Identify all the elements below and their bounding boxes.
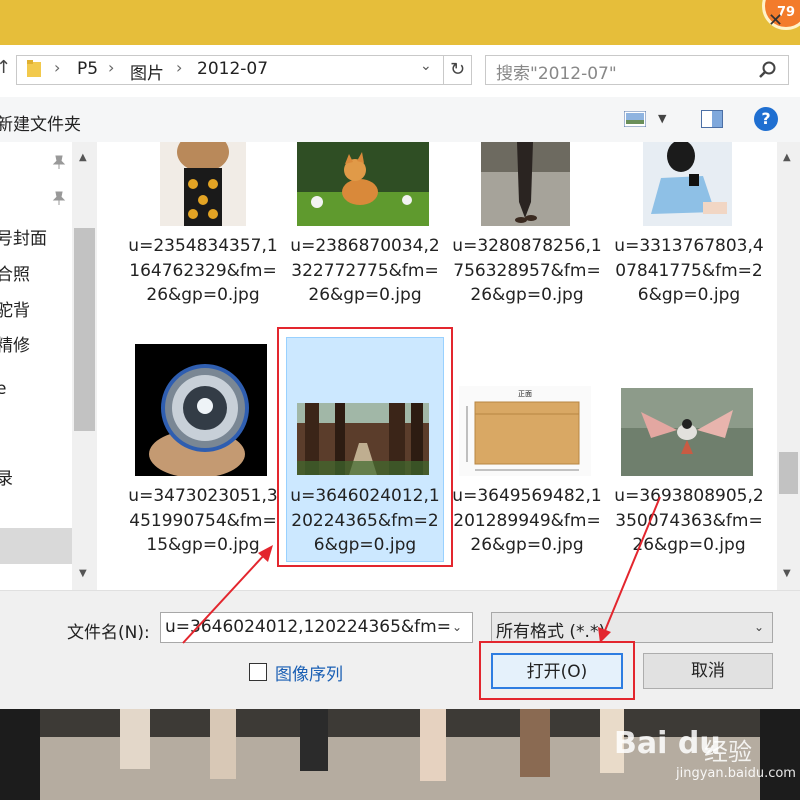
image-thumbnail[interactable] — [481, 142, 570, 226]
help-icon[interactable]: ? — [754, 107, 778, 131]
annotation-box-open-button — [479, 641, 635, 700]
watermark-sub: 经验 — [704, 738, 752, 766]
watermark-url: jingyan.baidu.com — [676, 766, 796, 781]
nav-item[interactable]: 录 — [0, 464, 13, 489]
chevron-right-icon[interactable]: › — [54, 58, 60, 77]
breadcrumb-2012-07[interactable]: 2012-07 — [197, 59, 268, 79]
search-icon[interactable] — [758, 60, 778, 80]
breadcrumb-pictures[interactable]: 图片 — [130, 59, 164, 84]
nav-selected-item[interactable] — [0, 528, 72, 564]
filename-input[interactable]: u=3646024012,120224365&fm= — [160, 612, 473, 643]
chevron-down-icon[interactable]: ⌄ — [754, 620, 764, 634]
file-list-scrollbar[interactable] — [777, 142, 800, 590]
folder-icon — [27, 60, 41, 77]
image-thumbnail[interactable] — [643, 142, 732, 226]
preview-pane-icon[interactable] — [701, 110, 723, 128]
nav-item[interactable]: e — [0, 379, 6, 399]
file-name[interactable]: u=3280878256,1756328957&fm=26&gp=0.jpg — [452, 234, 602, 308]
image-sequence-label[interactable]: 图像序列 — [275, 660, 343, 685]
image-thumbnail[interactable] — [160, 142, 246, 226]
view-dropdown-icon[interactable]: ▼ — [658, 112, 666, 125]
image-thumbnail[interactable]: 正面 — [459, 386, 591, 476]
image-thumbnail[interactable] — [621, 388, 753, 476]
image-thumbnail[interactable] — [135, 344, 267, 476]
image-sequence-checkbox[interactable] — [249, 663, 267, 681]
dialog-footer — [0, 590, 800, 710]
chevron-right-icon[interactable]: › — [176, 58, 182, 77]
chevron-right-icon[interactable]: › — [108, 58, 114, 77]
chevron-down-icon[interactable]: ⌄ — [420, 58, 432, 74]
nav-scroll-thumb[interactable] — [74, 228, 95, 431]
file-name[interactable]: u=3649569482,1201289949&fm=26&gp=0.jpg — [452, 484, 602, 558]
pin-icon[interactable] — [52, 155, 66, 169]
file-name[interactable]: u=3693808905,2350074363&fm=26&gp=0.jpg — [614, 484, 764, 558]
scroll-down-icon[interactable]: ▼ — [79, 568, 87, 579]
scroll-up-icon[interactable]: ▲ — [783, 152, 791, 163]
file-name[interactable]: u=3473023051,3451990754&fm=15&gp=0.jpg — [128, 484, 278, 558]
toolbar — [0, 97, 800, 143]
chevron-down-icon[interactable]: ⌄ — [452, 620, 462, 634]
refresh-button[interactable]: ↻ — [444, 55, 472, 85]
image-thumbnail[interactable] — [297, 142, 429, 226]
title-bar — [0, 0, 800, 45]
cancel-button[interactable]: 取消 — [643, 653, 773, 689]
file-type-select[interactable]: 所有格式 (*.*) — [491, 612, 773, 643]
nav-item[interactable]: 号封面 — [0, 224, 47, 249]
nav-item[interactable]: 精修 — [0, 331, 30, 356]
file-list-scroll-thumb[interactable] — [779, 452, 798, 494]
new-folder-button[interactable]: 新建文件夹 — [0, 110, 81, 135]
file-name[interactable]: u=2354834357,1164762329&fm=26&gp=0.jpg — [128, 234, 278, 308]
breadcrumb-p5[interactable]: P5 — [77, 59, 98, 79]
file-name[interactable]: u=2386870034,2322772775&fm=26&gp=0.jpg — [290, 234, 440, 308]
view-options-icon[interactable] — [624, 111, 646, 127]
pin-icon[interactable] — [52, 191, 66, 205]
scroll-down-icon[interactable]: ▼ — [783, 568, 791, 579]
search-placeholder: 搜索"2012-07" — [496, 64, 617, 84]
file-name[interactable]: u=3313767803,407841775&fm=26&gp=0.jpg — [614, 234, 764, 308]
nav-item[interactable]: 驼背 — [0, 296, 30, 321]
filename-label: 文件名(N): — [67, 623, 150, 643]
annotation-box-selected-file — [277, 327, 453, 567]
box-front-label: 正面 — [518, 390, 532, 398]
scroll-up-icon[interactable]: ▲ — [79, 152, 87, 163]
close-icon[interactable]: ✕ — [768, 10, 783, 31]
nav-item[interactable]: 合照 — [0, 260, 30, 285]
up-arrow-icon[interactable]: ↑ — [0, 57, 11, 78]
